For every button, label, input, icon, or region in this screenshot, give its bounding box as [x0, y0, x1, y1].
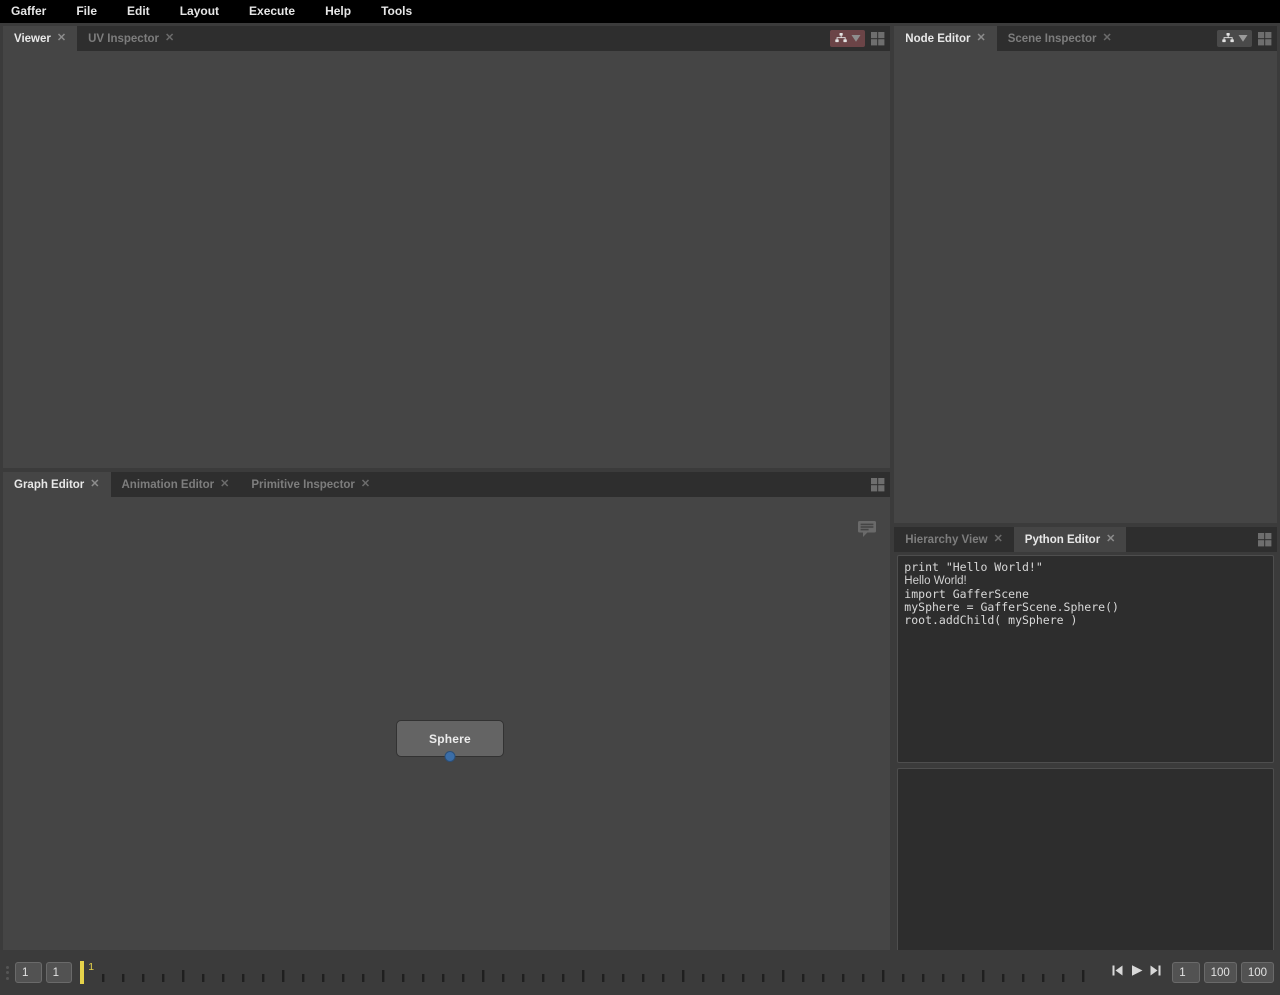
chevron-down-icon[interactable]: [851, 34, 861, 43]
timeline-bar: 1 1: [0, 950, 1280, 995]
right-column: Node Editor ✕ Scene Inspector ✕: [894, 26, 1277, 973]
timeline-end-frame-field[interactable]: 1: [46, 962, 73, 983]
tab-python-editor[interactable]: Python Editor ✕: [1014, 527, 1127, 552]
viewer-tabbar: Viewer ✕ UV Inspector ✕: [3, 26, 890, 51]
tab-node-editor-label: Node Editor: [905, 33, 970, 45]
graph-node-label: Sphere: [429, 732, 471, 746]
node-editor-tabbar-controls: [1217, 26, 1277, 51]
play-button[interactable]: [1129, 964, 1144, 981]
close-icon[interactable]: ✕: [976, 33, 985, 44]
skip-to-end-icon: [1149, 964, 1162, 982]
tab-uv-inspector[interactable]: UV Inspector ✕: [77, 26, 185, 51]
close-icon[interactable]: ✕: [1106, 534, 1115, 545]
node-editor-content[interactable]: [894, 51, 1277, 523]
tab-graph-editor-label: Graph Editor: [14, 479, 84, 491]
python-output-line: Hello World!: [904, 574, 1267, 588]
tab-python-editor-label: Python Editor: [1025, 534, 1100, 546]
graph-node-sphere[interactable]: Sphere: [396, 720, 504, 757]
python-editor-tabbar-controls: [1257, 527, 1277, 552]
play-icon: [1130, 964, 1144, 982]
layout-grid-icon: [1258, 32, 1272, 46]
menu-item-execute[interactable]: Execute: [249, 0, 308, 23]
python-editor-tabbar: Hierarchy View ✕ Python Editor ✕: [894, 527, 1277, 552]
node-editor-tabbar: Node Editor ✕ Scene Inspector ✕: [894, 26, 1277, 51]
skip-to-end-button[interactable]: [1148, 964, 1163, 981]
layout-grid-icon: [1258, 533, 1272, 547]
viewer-tabbar-controls: [830, 26, 890, 51]
tab-viewer[interactable]: Viewer ✕: [3, 26, 77, 51]
node-set-button[interactable]: [830, 30, 865, 47]
timeline-ticks-icon: [80, 961, 1100, 984]
menu-item-help[interactable]: Help: [325, 0, 364, 23]
menu-item-tools[interactable]: Tools: [381, 0, 425, 23]
tab-primitive-inspector[interactable]: Primitive Inspector ✕: [240, 472, 381, 497]
layout-menu-button[interactable]: [1257, 532, 1272, 547]
menu-item-edit[interactable]: Edit: [127, 0, 163, 23]
timeline-transport-controls: [1108, 964, 1168, 981]
close-icon[interactable]: ✕: [90, 479, 99, 490]
menu-item-file[interactable]: File: [76, 0, 110, 23]
menu-item-layout[interactable]: Layout: [180, 0, 232, 23]
skip-to-start-button[interactable]: [1110, 964, 1125, 981]
layout-grid-icon: [871, 478, 885, 492]
python-output-pane[interactable]: print "Hello World!" Hello World! import…: [897, 555, 1274, 763]
viewer-viewport[interactable]: [3, 51, 890, 468]
app-body: Viewer ✕ UV Inspector ✕: [0, 23, 1280, 995]
timeline-range-end-field[interactable]: 100: [1204, 962, 1237, 983]
graph-editor-canvas[interactable]: Sphere: [3, 497, 890, 973]
layout-menu-button[interactable]: [870, 31, 885, 46]
timeline-inner: 1 1: [6, 961, 1274, 984]
graph-editor-panel: Graph Editor ✕ Animation Editor ✕ Primit…: [3, 472, 890, 973]
python-input-pane[interactable]: [897, 768, 1274, 970]
left-column: Viewer ✕ UV Inspector ✕: [3, 26, 890, 973]
timeline-ruler[interactable]: 1: [80, 961, 1100, 984]
tab-graph-editor[interactable]: Graph Editor ✕: [3, 472, 111, 497]
annotation-bubble-icon: [857, 520, 877, 543]
skip-to-start-icon: [1111, 964, 1124, 982]
close-icon[interactable]: ✕: [165, 33, 174, 44]
timeline-grip-icon[interactable]: [6, 964, 9, 982]
chevron-down-icon[interactable]: [1238, 34, 1248, 43]
tab-hierarchy-view[interactable]: Hierarchy View ✕: [894, 527, 1013, 552]
close-icon[interactable]: ✕: [57, 33, 66, 44]
tab-animation-editor[interactable]: Animation Editor ✕: [111, 472, 241, 497]
timeline-playhead-label: 1: [88, 961, 94, 973]
tab-animation-editor-label: Animation Editor: [122, 479, 215, 491]
main-split: Viewer ✕ UV Inspector ✕: [0, 23, 1280, 973]
layout-grid-icon: [871, 32, 885, 46]
close-icon[interactable]: ✕: [220, 479, 229, 490]
node-set-icon: [1221, 32, 1235, 45]
close-icon[interactable]: ✕: [361, 479, 370, 490]
graph-editor-tabbar-controls: [870, 472, 890, 497]
viewer-panel: Viewer ✕ UV Inspector ✕: [3, 26, 890, 468]
node-set-icon: [834, 32, 848, 45]
close-icon[interactable]: ✕: [994, 534, 1003, 545]
node-editor-panel: Node Editor ✕ Scene Inspector ✕: [894, 26, 1277, 523]
python-editor-body: print "Hello World!" Hello World! import…: [894, 552, 1277, 973]
menu-item-gaffer[interactable]: Gaffer: [11, 0, 59, 23]
tab-hierarchy-view-label: Hierarchy View: [905, 534, 987, 546]
python-output-line: print "Hello World!": [904, 561, 1267, 574]
menu-bar: Gaffer File Edit Layout Execute Help Too…: [0, 0, 1280, 23]
node-set-button[interactable]: [1217, 30, 1252, 47]
layout-menu-button[interactable]: [870, 477, 885, 492]
timeline-current-frame-field[interactable]: 1: [1172, 962, 1199, 983]
tab-viewer-label: Viewer: [14, 33, 51, 45]
python-output-line: root.addChild( mySphere ): [904, 614, 1267, 627]
tab-primitive-inspector-label: Primitive Inspector: [251, 479, 355, 491]
tab-uv-inspector-label: UV Inspector: [88, 33, 159, 45]
layout-menu-button[interactable]: [1257, 31, 1272, 46]
timeline-fps-field[interactable]: 100: [1241, 962, 1274, 983]
python-editor-panel: Hierarchy View ✕ Python Editor ✕: [894, 527, 1277, 973]
node-output-plug-icon[interactable]: [445, 751, 456, 762]
close-icon[interactable]: ✕: [1103, 33, 1112, 44]
graph-editor-tabbar: Graph Editor ✕ Animation Editor ✕ Primit…: [3, 472, 890, 497]
annotation-button[interactable]: [856, 520, 878, 542]
tab-node-editor[interactable]: Node Editor ✕: [894, 26, 996, 51]
tab-scene-inspector[interactable]: Scene Inspector ✕: [997, 26, 1123, 51]
tab-scene-inspector-label: Scene Inspector: [1008, 33, 1097, 45]
timeline-start-frame-field[interactable]: 1: [15, 962, 42, 983]
